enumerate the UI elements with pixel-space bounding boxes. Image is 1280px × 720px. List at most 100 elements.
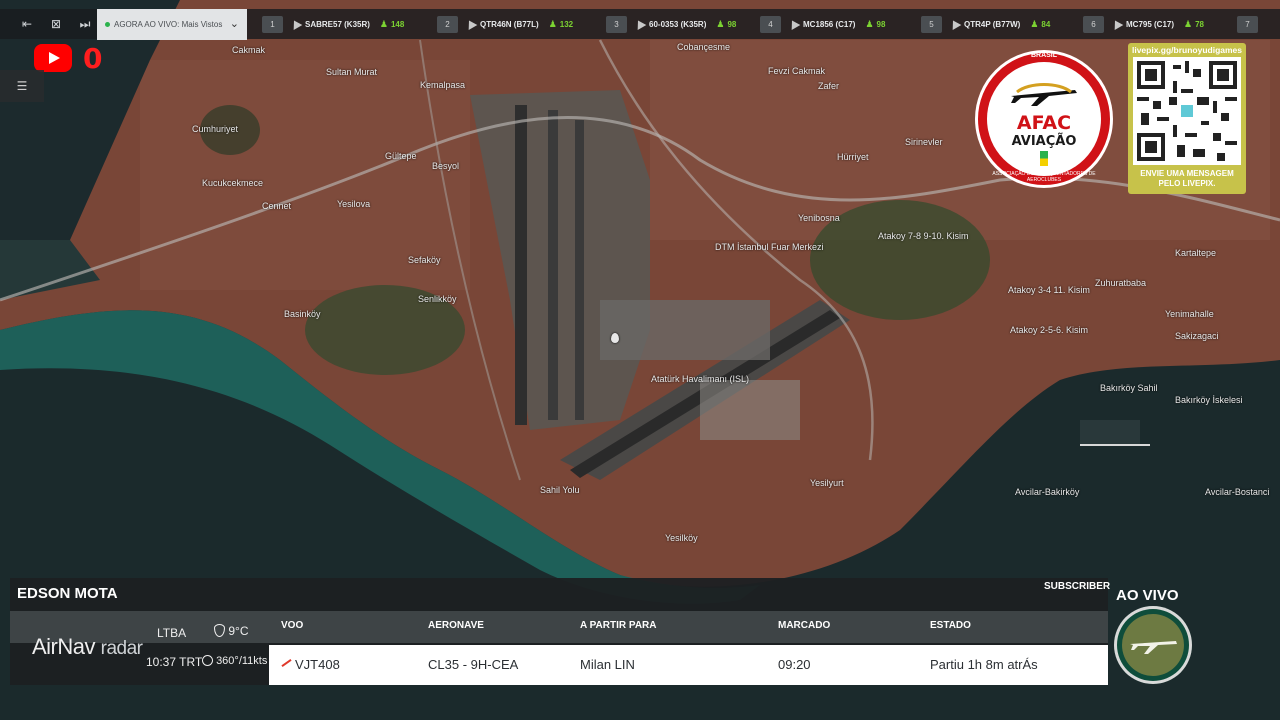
flight-callsign: MC1856 (C17) [803,19,856,29]
map-label: Bakırköy Sahil [1100,383,1158,393]
livepix-card[interactable]: livepix.gg/brunoyudigames ENVIE UMA MENS… [1128,43,1246,194]
subscriber-name: EDSON MOTA [17,585,118,602]
list-panel-icon[interactable]: ☰ [0,70,44,102]
local-time: 10:37 TRT [146,655,203,669]
brand-name: AirNav [32,634,96,659]
map-label: Avcilar-Bakirköy [1015,487,1080,497]
map-label: Zafer [818,81,840,91]
flight-tab-5[interactable]: 5 QTR4P (B77W) ♟ 84 [921,15,1050,33]
aircraft-type: CL35 - 9H-CEA [428,657,519,672]
aircraft-marker[interactable] [611,333,619,343]
live-dot-icon [105,22,110,27]
map-label: Sefaköy [408,255,441,265]
skip-next-icon[interactable]: ⏭ [75,15,95,33]
flight-callsign: QTR46N (B77L) [480,19,539,29]
viewer-count: 148 [390,19,405,29]
close-box-icon[interactable]: ⊠ [46,15,66,33]
map-label: Fevzi Cakmak [768,66,826,76]
flight-number: VJT408 [295,657,340,672]
flight-tab-1[interactable]: 1 SABRE57 (K35R) ♟ 148 [262,15,404,33]
airport-code: LTBA [157,626,187,640]
column-header-voo: VOO [281,620,304,631]
map-label: Atatürk Havalimanı (ISL) [651,374,750,384]
people-icon: ♟ [865,18,874,29]
map-label: Besyol [432,161,460,171]
map-label: Sultan Murat [326,67,378,77]
flight-callsign: QTR4P (B77W) [964,19,1021,29]
live-list-dropdown[interactable]: AGORA AO VIVO: Mais Vistos ⌄ [97,9,247,40]
map-label: Atakoy 7-8 9-10. Kisim [878,231,969,241]
flight-callsign: MC795 (C17) [1126,19,1175,29]
flight-tab-number: 6 [1083,15,1104,33]
flight-tab-4[interactable]: 4 MC1856 (C17) ♟ 98 [760,15,885,33]
stream-viewer-count: 0 [83,42,103,75]
destination: Milan LIN [580,657,635,672]
livepix-message-line: PELO LIVEPIX. [1158,179,1216,188]
afac-title: AFAC [1016,112,1072,134]
people-icon: ♟ [1030,18,1039,29]
chevron-down-icon: ⌄ [229,18,239,30]
flight-tab-6[interactable]: 6 MC795 (C17) ♟ 78 [1083,15,1204,33]
aircraft-icon [633,18,647,30]
flight-tab-3[interactable]: 3 60-0353 (K35R) ♟ 98 [606,15,736,33]
aircraft-icon [948,18,962,30]
afac-top-text: BRASIL [1030,52,1058,59]
flight-tab-number: 4 [760,15,781,33]
temperature: 9°C [214,624,248,638]
flight-callsign: 60-0353 (K35R) [649,19,707,29]
livepix-url: livepix.gg/brunoyudigames [1131,45,1243,55]
map-label: Bakırköy İskelesi [1175,395,1243,405]
qr-code-icon [1133,57,1241,165]
first-page-icon[interactable]: ⇤ [17,15,37,33]
wind: 360°/11kts [202,655,267,667]
map-label: Yesilyurt [810,478,844,488]
map-label: Kartaltepe [1175,248,1217,258]
afac-logo: BRASIL AFAC AVIAÇÃO ASSOCIAÇÃO DOS FREQU… [975,50,1113,188]
column-header-marcado: MARCADO [778,620,831,631]
map-label: Yesilköy [665,533,698,543]
map-label: Yenibosna [798,213,840,223]
afac-subtitle: AVIAÇÃO [1011,134,1077,149]
airnav-radar-logo: AirNav radar [32,634,143,660]
viewer-count: 84 [1041,19,1051,29]
viewer-count: 78 [1195,19,1204,29]
brand-suffix: radar [100,638,143,659]
flight-callsign: SABRE57 (K35R) [305,19,370,29]
flight-tab-number: 1 [262,15,283,33]
flight-tab-number: 2 [437,15,458,33]
map-label: Gültepe [385,151,417,161]
wind-value: 360°/11kts [216,655,268,667]
subscriber-label: SUBSCRIBER [1044,581,1111,592]
map-label: Sakizagaci [1175,331,1219,341]
map-label: Sahil Yolu [540,485,580,495]
droplet-icon [214,624,225,637]
top-bar: ⇤ ⊠ ⏭ AGORA AO VIVO: Mais Vistos ⌄ 1 SAB… [0,9,1280,40]
map-label: DTM İstanbul Fuar Merkezi [715,242,824,252]
map-label: Kucukcekmece [202,178,264,188]
airplane-icon [1011,83,1077,106]
column-header-aeronave: AERONAVE [428,620,484,631]
people-icon: ♟ [548,18,557,29]
people-icon: ♟ [379,18,388,29]
aircraft-icon [464,18,478,30]
airplane-icon [1130,641,1177,654]
map-label: Atakoy 2-5-6. Kisim [1010,325,1089,335]
people-icon: ♟ [716,18,725,29]
column-header-estado: ESTADO [930,620,971,631]
viewer-count: 98 [727,19,737,29]
flight-tab-2[interactable]: 2 QTR46N (B77L) ♟ 132 [437,15,573,33]
scheduled-time: 09:20 [778,657,811,672]
flight-tab-7[interactable]: 7 [1237,15,1266,33]
dropdown-label: AGORA AO VIVO: Mais Vistos [114,20,223,29]
temperature-value: 9°C [228,624,249,638]
map-label: Zuhuratbaba [1095,278,1147,288]
flight-tab-number: 5 [921,15,942,33]
youtube-icon [34,44,72,72]
viewer-count: 98 [876,19,886,29]
channel-logo [1114,606,1192,684]
map-label: Cumhuriyet [192,124,239,134]
map-label: Atakoy 3-4 11. Kisim [1008,285,1090,295]
live-label: AO VIVO [1116,587,1179,604]
afac-ring-text: ASSOCIAÇÃO DOS FREQUENTADORES DE AEROCLU… [992,171,1096,183]
map-label: Senlikköy [418,294,457,304]
